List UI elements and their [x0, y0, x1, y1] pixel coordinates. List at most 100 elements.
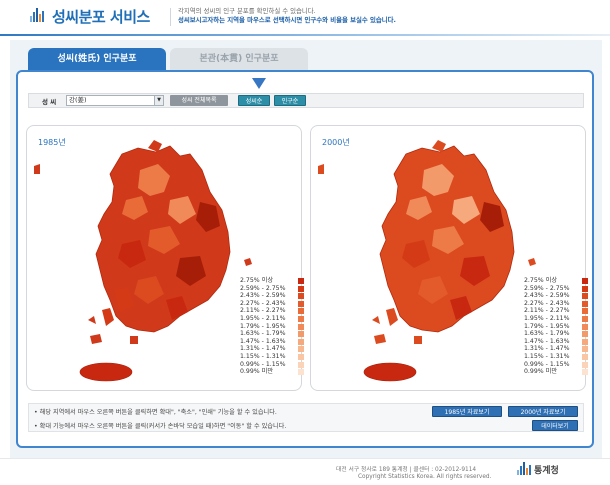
legend-item-label: 2.11% - 2.27% [524, 307, 570, 315]
legend-swatch [582, 300, 588, 307]
legend-item: 1.95% - 2.11% [524, 315, 588, 323]
map-jeju[interactable] [79, 362, 133, 382]
legend-swatch [298, 353, 304, 360]
footer-address: 대전 서구 청사로 189 통계청 | 콜센터 : 02-2012-9114 [336, 467, 477, 473]
surname-select[interactable]: 강(姜) ▼ [66, 95, 164, 106]
legend-swatch [582, 353, 588, 360]
legend-swatch [298, 300, 304, 307]
legend-item-label: 1.47% - 1.63% [240, 337, 286, 345]
view-2000-data-button[interactable]: 2000년 자료보기 [508, 406, 578, 417]
legend-item: 1.15% - 1.31% [240, 353, 304, 361]
help-note-pan-text: 확대 기능에서 마우스 오른쪽 버튼을 클릭(커서가 손바닥 모습일 때)하면 … [39, 423, 287, 430]
legend-item-label: 1.95% - 2.11% [524, 314, 570, 322]
legend-swatch [298, 315, 304, 322]
statistics-korea-logo-icon [517, 462, 531, 475]
map-peninsula[interactable] [34, 140, 252, 344]
chevron-down-icon[interactable]: ▼ [154, 96, 163, 105]
help-note-zoom: • 해당 지역에서 마우스 오른쪽 버튼을 클릭하면 확대", "축소", "인… [34, 409, 277, 416]
legend-item-label: 1.79% - 1.95% [240, 322, 286, 330]
legend-swatch [582, 308, 588, 315]
legend-item: 1.63% - 1.79% [240, 330, 304, 338]
legend-swatch [582, 346, 588, 353]
legend-item-label: 2.59% - 2.75% [524, 284, 570, 292]
legend-swatch [298, 369, 304, 376]
legend-item: 1.79% - 1.95% [240, 323, 304, 331]
legend-item-label: 0.99% - 1.15% [524, 360, 570, 368]
legend-swatch [298, 338, 304, 345]
legend-swatch [298, 323, 304, 330]
help-note-zoom-text: 해당 지역에서 마우스 오른쪽 버튼을 클릭하면 확대", "축소", "인쇄"… [39, 409, 277, 416]
view-data-button[interactable]: 데이터보기 [532, 420, 578, 431]
legend-swatch [582, 338, 588, 345]
legend-swatch [298, 293, 304, 300]
sort-by-surname-button[interactable]: 성씨순 [238, 95, 270, 106]
legend-item-label: 2.75% 이상 [524, 277, 558, 284]
legend-swatch [582, 278, 588, 284]
legend-item-label: 1.79% - 1.95% [524, 322, 570, 330]
legend-item: 2.59% - 2.75% [524, 285, 588, 293]
help-note-pan: • 확대 기능에서 마우스 오른쪽 버튼을 클릭(커서가 손바닥 모습일 때)하… [34, 423, 287, 430]
legend-2000: 2.75% 이상 2.59% - 2.75% 2.43% - 2.59% 2.2… [524, 277, 588, 376]
legend-item-label: 1.31% - 1.47% [524, 345, 570, 353]
surname-select-value: 강(姜) [69, 96, 87, 104]
legend-item-label: 2.59% - 2.75% [240, 284, 286, 292]
legend-item: 0.99% 미만 [524, 368, 588, 376]
app-title: 성씨분포 서비스 [52, 8, 150, 26]
legend-item-label: 1.63% - 1.79% [524, 330, 570, 338]
legend-item: 1.15% - 1.31% [524, 353, 588, 361]
legend-item-label: 0.99% - 1.15% [240, 360, 286, 368]
legend-item: 2.75% 이상 [524, 277, 588, 285]
view-1985-data-button[interactable]: 1985년 자료보기 [432, 406, 502, 417]
header-description: 각지역의 성씨의 인구 분포를 확인하실 수 있습니다. [178, 7, 316, 15]
legend-item-label: 2.43% - 2.59% [524, 292, 570, 300]
legend-swatch [298, 346, 304, 353]
legend-item: 0.99% 미만 [240, 368, 304, 376]
legend-swatch [582, 331, 588, 338]
legend-item-label: 2.43% - 2.59% [240, 292, 286, 300]
legend-1985: 2.75% 이상 2.59% - 2.75% 2.43% - 2.59% 2.2… [240, 277, 304, 376]
header-rule [0, 34, 610, 36]
legend-item-label: 2.27% - 2.43% [524, 299, 570, 307]
legend-swatch [298, 308, 304, 315]
legend-item: 2.43% - 2.59% [524, 292, 588, 300]
header: 성씨분포 서비스 각지역의 성씨의 인구 분포를 확인하실 수 있습니다. 성씨… [0, 0, 610, 34]
legend-item: 2.59% - 2.75% [240, 285, 304, 293]
legend-item-label: 1.47% - 1.63% [524, 337, 570, 345]
header-instruction: 성씨보시고자하는 지역을 마우스로 선택하시면 인구수와 비율을 보실수 있습니… [178, 16, 396, 24]
surname-list-button[interactable]: 성씨 전체목록 [170, 95, 228, 106]
legend-item-label: 0.99% 미만 [240, 368, 274, 376]
legend-item: 1.31% - 1.47% [240, 345, 304, 353]
legend-item: 0.99% - 1.15% [524, 361, 588, 369]
header-divider [170, 8, 171, 26]
legend-item: 1.63% - 1.79% [524, 330, 588, 338]
legend-item: 1.47% - 1.63% [240, 338, 304, 346]
legend-swatch [298, 331, 304, 338]
tab-surname-population[interactable]: 성씨(姓氏) 인구분포 [28, 48, 166, 70]
legend-item: 0.99% - 1.15% [240, 361, 304, 369]
legend-item: 2.11% - 2.27% [524, 307, 588, 315]
map-peninsula[interactable] [318, 140, 536, 344]
surname-label: 성 씨 [42, 98, 57, 106]
legend-swatch [582, 285, 588, 292]
sort-by-population-button[interactable]: 인구순 [274, 95, 306, 106]
legend-swatch [582, 369, 588, 376]
legend-swatch [298, 278, 304, 284]
legend-swatch [298, 361, 304, 368]
legend-item: 1.47% - 1.63% [524, 338, 588, 346]
tab-clan-population[interactable]: 본관(本貫) 인구분포 [170, 48, 308, 70]
legend-item-label: 1.15% - 1.31% [240, 352, 286, 360]
legend-item: 2.27% - 2.43% [240, 300, 304, 308]
legend-item-label: 1.15% - 1.31% [524, 352, 570, 360]
legend-swatch [582, 315, 588, 322]
footer-divider [0, 458, 610, 459]
legend-item-label: 1.31% - 1.47% [240, 345, 286, 353]
legend-item: 2.43% - 2.59% [240, 292, 304, 300]
footer-copyright: Copyright Statistics Korea. All rights r… [358, 474, 492, 480]
legend-swatch [298, 285, 304, 292]
legend-item: 2.27% - 2.43% [524, 300, 588, 308]
legend-item-label: 0.99% 미만 [524, 368, 558, 376]
map-jeju[interactable] [363, 362, 417, 382]
footer-org-name: 통계청 [534, 466, 559, 476]
legend-item: 2.11% - 2.27% [240, 307, 304, 315]
legend-swatch [582, 361, 588, 368]
